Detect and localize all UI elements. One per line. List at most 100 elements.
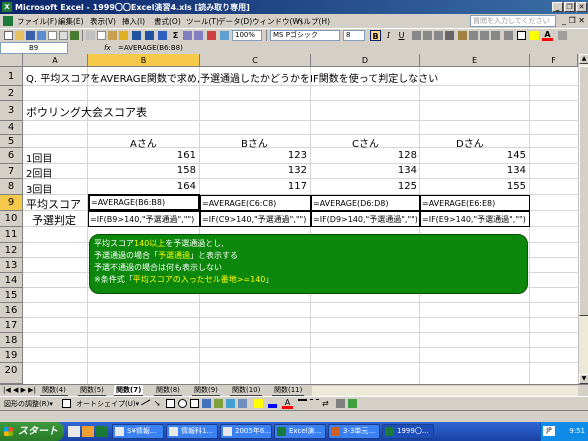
taskbar-item[interactable]: 情報科1...: [166, 424, 218, 439]
merge-center-icon[interactable]: [445, 31, 454, 40]
close-button[interactable]: ✕: [576, 2, 587, 12]
row-header[interactable]: 6: [0, 148, 23, 164]
vertical-scrollbar[interactable]: ▲ ▼: [578, 54, 588, 384]
draw-fill-color-icon[interactable]: [254, 399, 263, 408]
currency-icon[interactable]: [458, 31, 467, 40]
row-header[interactable]: 13: [0, 258, 23, 273]
oval-icon[interactable]: [178, 399, 187, 408]
autoshapes-menu-button[interactable]: オートシェイプ(U)▾: [76, 399, 139, 409]
sheet-tab[interactable]: 関数(10): [230, 385, 263, 396]
cell-e10[interactable]: =IF(E9>140,"予選通過",""): [420, 211, 530, 227]
menu-help[interactable]: ヘルプ(H): [296, 16, 330, 27]
clock[interactable]: 9:51: [569, 427, 585, 435]
worksheet-grid[interactable]: A B C D E F 1 2 3 4 5 6 7 8 9 10 11 12 1…: [0, 54, 578, 384]
rectangle-icon[interactable]: [166, 399, 175, 408]
cell-a10[interactable]: 予選判定: [32, 212, 76, 228]
underline-button[interactable]: U: [396, 30, 407, 41]
cell-b8[interactable]: 164: [88, 181, 196, 192]
help-question-box[interactable]: 質問を入力してください: [470, 15, 556, 27]
paste-icon[interactable]: [108, 31, 117, 40]
shadow-icon[interactable]: [336, 399, 345, 408]
select-all-corner[interactable]: [0, 54, 23, 67]
cell-b6[interactable]: 161: [88, 150, 196, 161]
scroll-down-button[interactable]: ▼: [579, 374, 588, 384]
row-header[interactable]: 5: [0, 135, 23, 148]
align-center-icon[interactable]: [423, 31, 432, 40]
menu-data[interactable]: データ(D): [218, 16, 252, 27]
sheet-tab-active[interactable]: 関数(7): [114, 385, 144, 396]
row-header[interactable]: 1: [0, 67, 23, 86]
minimize-button[interactable]: _: [552, 2, 563, 12]
zoom-combo[interactable]: 100%: [232, 30, 262, 41]
comma-icon[interactable]: [480, 31, 489, 40]
instruction-note-shape[interactable]: 平均スコア140以上を予選通過とし, 予選通過の場合「予選通過」と表示する 予選…: [89, 234, 528, 294]
cell-e5[interactable]: Dさん: [456, 135, 484, 150]
print-preview-icon[interactable]: [59, 31, 68, 40]
menu-format[interactable]: 書式(O): [154, 16, 181, 27]
wordart-icon[interactable]: [202, 399, 211, 408]
fill-color-icon[interactable]: [530, 31, 539, 40]
menu-tools[interactable]: ツール(T): [186, 16, 219, 27]
horizontal-scrollbar[interactable]: [312, 386, 578, 396]
workbook-icon[interactable]: [3, 16, 13, 26]
autosum-icon[interactable]: Σ: [170, 30, 181, 41]
cell-a3[interactable]: ボウリング大会スコア表: [26, 104, 147, 120]
tab-navigation-buttons[interactable]: |◀ ◀ ▶ ▶|: [3, 386, 36, 394]
cell-d10[interactable]: =IF(D9>140,"予選通過",""): [311, 211, 420, 227]
cell-a7[interactable]: 2回目: [26, 165, 52, 180]
workbook-window-buttons[interactable]: _ ❐ ✕: [562, 16, 585, 25]
cell-e6[interactable]: 145: [420, 150, 526, 161]
row-header[interactable]: 15: [0, 288, 23, 303]
picture-icon[interactable]: [238, 399, 247, 408]
cell-c7[interactable]: 132: [200, 165, 307, 176]
row-header[interactable]: 19: [0, 348, 23, 363]
cell-e7[interactable]: 134: [420, 165, 526, 176]
menu-insert[interactable]: 挿入(I): [122, 16, 145, 27]
row-header[interactable]: 10: [0, 211, 23, 227]
row-header[interactable]: 2: [0, 86, 23, 101]
taskbar-item-active[interactable]: 1999〇...: [382, 424, 434, 439]
textbox-icon[interactable]: [190, 399, 199, 408]
column-header-b[interactable]: B: [88, 54, 200, 67]
arrow-style-icon[interactable]: ⇄: [322, 399, 331, 408]
quicklaunch-icon[interactable]: [96, 426, 108, 437]
sheet-tab[interactable]: 関数(11): [272, 385, 305, 396]
chart-wizard-icon[interactable]: [207, 31, 216, 40]
column-header-f[interactable]: F: [530, 54, 578, 67]
row-header[interactable]: 8: [0, 179, 23, 195]
cell-c8[interactable]: 117: [200, 181, 307, 192]
taskbar-item[interactable]: S¥情報...: [112, 424, 164, 439]
font-size-combo[interactable]: 8: [343, 30, 365, 41]
cell-d6[interactable]: 128: [311, 150, 417, 161]
name-box[interactable]: B9: [0, 42, 68, 54]
cell-a6[interactable]: 1回目: [26, 150, 52, 165]
column-header-a[interactable]: A: [23, 54, 88, 67]
row-header[interactable]: 18: [0, 333, 23, 348]
arrow-icon[interactable]: ➘: [154, 399, 163, 408]
draw-menu-button[interactable]: 図形の調整(R)▾: [4, 399, 53, 409]
cell-d7[interactable]: 134: [311, 165, 417, 176]
undo-icon[interactable]: [132, 31, 141, 40]
cell-a1[interactable]: Q. 平均スコアをAVERAGE関数で求め,予選通過したかどうかをIF関数を使っ…: [26, 70, 438, 85]
column-header-e[interactable]: E: [420, 54, 530, 67]
diagram-icon[interactable]: [214, 399, 223, 408]
restore-button[interactable]: ❐: [564, 2, 575, 12]
cell-e9[interactable]: =AVERAGE(E6:E8): [420, 195, 530, 211]
sort-descending-icon[interactable]: [194, 31, 203, 40]
row-header[interactable]: 3: [0, 101, 23, 121]
cell-d5[interactable]: Cさん: [352, 135, 379, 150]
bold-button[interactable]: B: [370, 30, 381, 41]
row-header[interactable]: 12: [0, 243, 23, 258]
format-painter-icon[interactable]: [119, 31, 128, 40]
start-button[interactable]: スタート: [0, 422, 64, 441]
taskbar-item[interactable]: 3-3単元...: [328, 424, 380, 439]
cell-a9[interactable]: 平均スコア: [26, 196, 81, 212]
hyperlink-icon[interactable]: [158, 31, 167, 40]
font-color-icon[interactable]: A: [542, 30, 553, 41]
menu-view[interactable]: 表示(V): [90, 16, 116, 27]
drawing-icon[interactable]: [220, 31, 229, 40]
sheet-tab[interactable]: 関数(8): [154, 385, 182, 396]
borders-icon[interactable]: [517, 31, 526, 40]
taskbar-item[interactable]: 2005年6...: [220, 424, 272, 439]
draw-font-color-icon[interactable]: A: [282, 398, 293, 409]
